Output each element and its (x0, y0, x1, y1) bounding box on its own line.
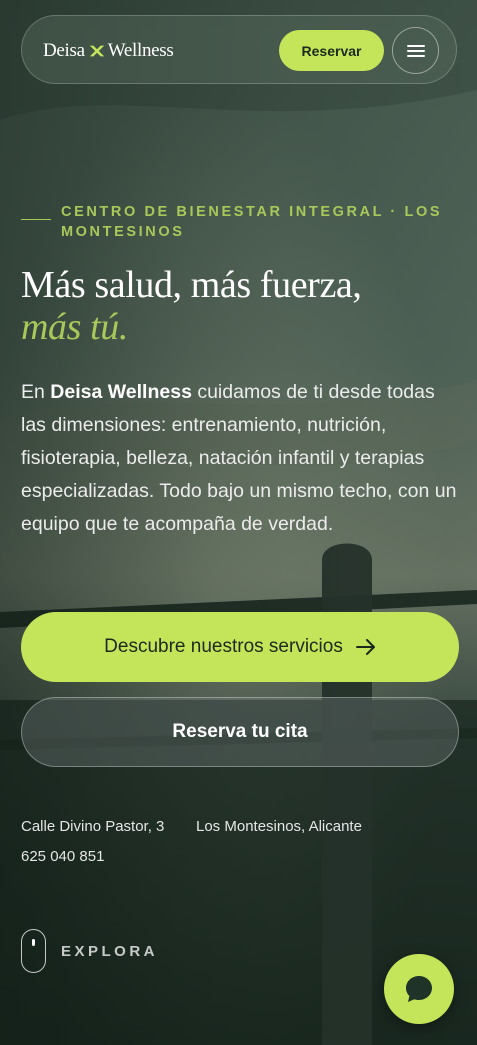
brand-name-right: Wellness (107, 40, 174, 61)
chat-button[interactable] (384, 954, 454, 1024)
hero-title-accent: más tú. (21, 306, 128, 348)
scroll-wheel-dot (32, 939, 35, 946)
reserve-button[interactable]: Reservar (279, 30, 384, 71)
hero-title-line1: Más salud, más fuerza, (21, 264, 362, 306)
intro-prefix: En (21, 381, 51, 403)
intro-brand: Deisa Wellness (50, 381, 192, 403)
brand-mark-icon (89, 45, 104, 57)
brand-name-left: Deisa (43, 40, 85, 61)
book-appointment-button[interactable]: Reserva tu cita (21, 697, 459, 767)
hero-eyebrow: Centro de bienestar integral · Los Monte… (61, 204, 443, 240)
eyebrow-divider (21, 219, 51, 220)
intro-text: cuidamos de ti desde todas las dimension… (21, 381, 457, 535)
address-city: Los Montesinos, Alicante (196, 818, 362, 835)
hero-intro: En Deisa Wellness cuidamos de ti desde t… (21, 376, 461, 541)
arrow-right-icon (355, 639, 375, 655)
phone-number[interactable]: 625 040 851 (21, 848, 104, 865)
scroll-mouse-icon[interactable] (21, 929, 46, 973)
menu-button[interactable] (392, 27, 439, 74)
navigation-bar: Deisa Wellness Reservar (21, 15, 457, 84)
discover-services-label: Descubre nuestros servicios (104, 636, 343, 657)
address-street: Calle Divino Pastor, 3 (21, 818, 165, 835)
scroll-label[interactable]: EXPLORA (61, 943, 158, 960)
brand-logo[interactable]: Deisa Wellness (43, 40, 174, 62)
discover-services-button[interactable]: Descubre nuestros servicios (21, 612, 459, 682)
hamburger-menu-icon (406, 44, 425, 57)
chat-bubble-icon (406, 976, 432, 1002)
hero-title: Más salud, más fuerza, más tú. (21, 264, 461, 348)
